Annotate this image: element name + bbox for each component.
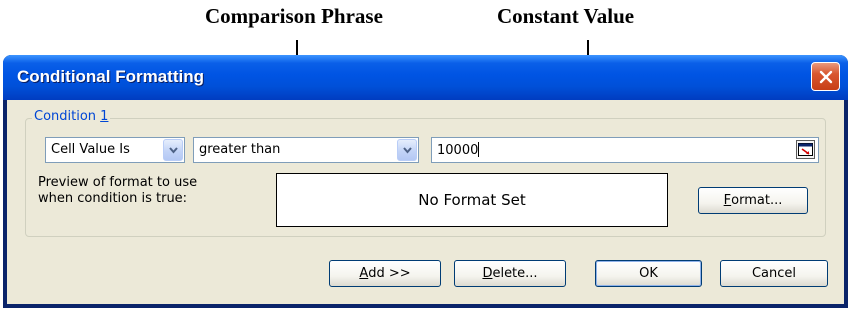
ok-button[interactable]: OK bbox=[595, 260, 702, 287]
annotation-comparison-phrase: Comparison Phrase bbox=[205, 4, 383, 28]
preview-label: Preview of format to use when condition … bbox=[38, 175, 198, 206]
collapse-dialog-button[interactable] bbox=[796, 140, 815, 159]
constant-value-input[interactable]: 10000 bbox=[431, 137, 819, 163]
text-caret bbox=[478, 142, 480, 157]
annotation-constant-value: Constant Value bbox=[497, 4, 635, 28]
close-icon bbox=[819, 70, 832, 83]
window-title: Conditional Formatting bbox=[17, 67, 204, 86]
format-preview-box: No Format Set bbox=[276, 173, 668, 227]
condition-legend: Condition 1 bbox=[32, 109, 111, 124]
conditional-formatting-dialog: Conditional Formatting Condition 1 Cell … bbox=[3, 55, 848, 308]
delete-button[interactable]: Delete... bbox=[454, 260, 566, 287]
cancel-button[interactable]: Cancel bbox=[720, 260, 828, 287]
collapse-dialog-icon bbox=[798, 143, 813, 156]
operator-selected: greater than bbox=[199, 142, 281, 157]
dropdown-arrow-button[interactable] bbox=[163, 139, 183, 161]
condition-group: Condition 1 Cell Value Is greater than 1… bbox=[25, 109, 826, 237]
dropdown-arrow-button[interactable] bbox=[397, 139, 417, 161]
title-bar[interactable]: Conditional Formatting bbox=[3, 55, 848, 100]
chevron-down-icon bbox=[168, 146, 178, 154]
constant-value-text: 10000 bbox=[437, 143, 479, 158]
cell-value-dropdown[interactable]: Cell Value Is bbox=[45, 137, 185, 163]
dialog-body: Condition 1 Cell Value Is greater than 1… bbox=[7, 100, 844, 304]
close-button[interactable] bbox=[811, 62, 840, 91]
format-button[interactable]: Format... bbox=[698, 187, 808, 214]
cell-value-selected: Cell Value Is bbox=[51, 142, 130, 157]
add-button[interactable]: Add >> bbox=[329, 260, 441, 287]
operator-dropdown[interactable]: greater than bbox=[193, 137, 419, 163]
preview-text: No Format Set bbox=[418, 191, 526, 209]
chevron-down-icon bbox=[402, 146, 412, 154]
